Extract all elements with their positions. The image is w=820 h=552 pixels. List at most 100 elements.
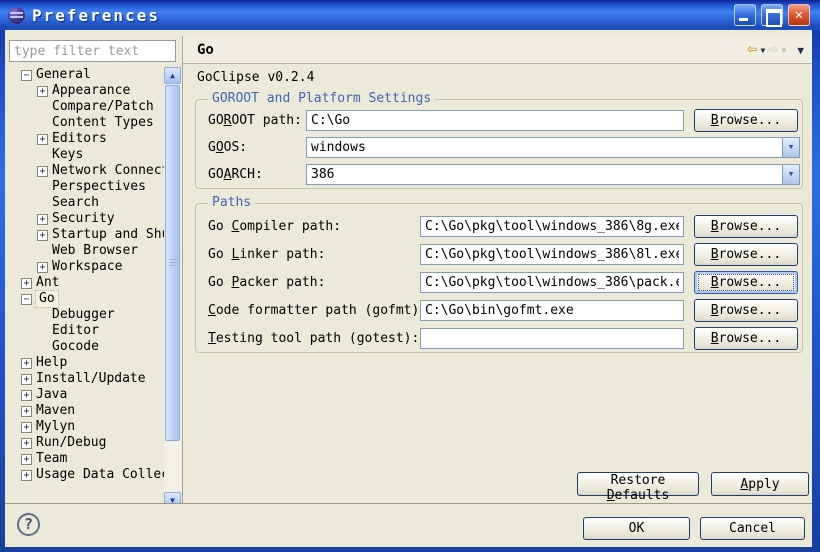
view-menu-icon[interactable]: ▼ — [797, 44, 804, 57]
tree-item-web-browser[interactable]: Web Browser — [9, 243, 164, 259]
restore-defaults-button[interactable]: Restore Defaults — [577, 472, 699, 496]
tree-item-run-debug[interactable]: +Run/Debug — [9, 435, 164, 451]
goroot-path-input[interactable] — [306, 110, 684, 131]
tree-item-label: Go — [36, 291, 58, 307]
tree-item-label: Network Connect — [52, 163, 164, 179]
tree-item-maven[interactable]: +Maven — [9, 403, 164, 419]
tree-item-editor[interactable]: Editor — [9, 323, 164, 339]
apply-button[interactable]: Apply — [711, 472, 809, 496]
expand-icon[interactable]: + — [21, 438, 32, 449]
forward-arrow-icon[interactable]: ⇨ — [768, 39, 778, 59]
tree-item-label: Install/Update — [36, 371, 146, 387]
tree-item-startup-and-shutdown[interactable]: +Startup and Shu — [9, 227, 164, 243]
expand-icon[interactable]: + — [21, 454, 32, 465]
go-compiler-path-input[interactable] — [420, 216, 684, 237]
expand-icon[interactable]: + — [21, 470, 32, 481]
tree-item-label: Help — [36, 355, 67, 371]
preference-page-panel: Go ⇦ ▼ ⇨ ▼ ▼ GoClipse v0.2.4 GOROOT and … — [182, 36, 812, 503]
forward-history-caret-icon[interactable]: ▼ — [782, 46, 787, 55]
minimize-button[interactable] — [734, 4, 756, 26]
tree-item-debugger[interactable]: Debugger — [9, 307, 164, 323]
expand-icon[interactable]: + — [37, 262, 48, 273]
tree-item-label: Usage Data Collect — [36, 467, 164, 483]
expand-icon[interactable]: + — [37, 214, 48, 225]
tree-item-label: Debugger — [52, 307, 115, 323]
expand-icon[interactable]: + — [21, 390, 32, 401]
back-history-caret-icon[interactable]: ▼ — [760, 46, 765, 55]
tree-item-label: Java — [36, 387, 67, 403]
close-button[interactable] — [788, 4, 810, 26]
tree-item-mylyn[interactable]: +Mylyn — [9, 419, 164, 435]
expand-icon[interactable]: + — [37, 86, 48, 97]
expand-icon[interactable]: + — [21, 422, 32, 433]
collapse-icon[interactable]: − — [21, 294, 32, 305]
tree-item-general[interactable]: −General — [9, 67, 164, 83]
testing-tool-path-input[interactable] — [420, 328, 684, 349]
go-packer-browse-button[interactable]: Browse... — [694, 271, 798, 294]
expand-icon[interactable]: + — [37, 230, 48, 241]
tree-item-editors[interactable]: +Editors — [9, 131, 164, 147]
tree-item-appearance[interactable]: +Appearance — [9, 83, 164, 99]
maximize-button[interactable] — [761, 4, 783, 26]
goroot-browse-button[interactable]: Browse... — [694, 109, 798, 132]
tree-item-gocode[interactable]: Gocode — [9, 339, 164, 355]
collapse-icon[interactable]: − — [21, 70, 32, 81]
go-linker-browse-button[interactable]: Browse... — [694, 243, 798, 266]
code-formatter-path-input[interactable] — [420, 300, 684, 321]
testing-tool-browse-button[interactable]: Browse... — [694, 327, 798, 350]
tree-item-label: Keys — [52, 147, 83, 163]
tree-item-network-connections[interactable]: + Network Connect — [9, 163, 164, 179]
tree-item-java[interactable]: + Java — [9, 387, 164, 403]
expand-icon[interactable]: + — [21, 358, 32, 369]
goroot-settings-group: GOROOT and Platform Settings GOROOT path… — [195, 99, 803, 189]
tree-item-label: General — [36, 67, 91, 83]
page-header: Go ⇦ ▼ ⇨ ▼ ▼ — [183, 36, 812, 64]
title-bar[interactable]: Preferences — [0, 0, 820, 30]
tree-item-workspace[interactable]: +Workspace — [9, 259, 164, 275]
goarch-value: 386 — [307, 165, 782, 184]
dialog-button-bar: ? OK Cancel — [5, 503, 812, 547]
tree-item-usage-data-collector[interactable]: + Usage Data Collect — [9, 467, 164, 483]
dialog-client-area: −General +Appearance Compare/Patch Conte… — [5, 30, 812, 547]
tree-item-security[interactable]: +Security — [9, 211, 164, 227]
tree-item-keys[interactable]: Keys — [9, 147, 164, 163]
tree-item-go[interactable]: −Go — [9, 291, 164, 307]
cancel-button[interactable]: Cancel — [700, 517, 805, 540]
window-title: Preferences — [32, 6, 160, 25]
goos-combo[interactable]: windows ▾ — [306, 137, 800, 158]
tree-item-help[interactable]: + Help — [9, 355, 164, 371]
tree-item-team[interactable]: +Team — [9, 451, 164, 467]
code-formatter-path-label: Code formatter path (gofmt): — [208, 300, 427, 321]
goos-value: windows — [307, 138, 782, 157]
filter-input[interactable] — [9, 40, 176, 62]
vertical-scroll-thumb[interactable] — [165, 85, 180, 441]
go-linker-path-input[interactable] — [420, 244, 684, 265]
tree-item-search[interactable]: Search — [9, 195, 164, 211]
testing-tool-path-label: Testing tool path (gotest): — [208, 328, 419, 349]
tree-vertical-scrollbar[interactable]: ▲ ▼ — [164, 67, 181, 509]
tree-item-install-update[interactable]: + Install/Update — [9, 371, 164, 387]
expand-icon[interactable]: + — [21, 374, 32, 385]
tree-item-content-types[interactable]: Content Types — [9, 115, 164, 131]
back-arrow-icon[interactable]: ⇦ — [747, 39, 757, 59]
go-packer-path-input[interactable] — [420, 272, 684, 293]
combo-arrow-icon[interactable]: ▾ — [782, 165, 799, 184]
ok-button[interactable]: OK — [583, 517, 690, 540]
focus-ring — [699, 275, 793, 290]
expand-icon[interactable]: + — [21, 406, 32, 417]
tree-item-compare-patch[interactable]: Compare/Patch — [9, 99, 164, 115]
combo-arrow-icon[interactable]: ▾ — [782, 138, 799, 157]
help-icon[interactable]: ? — [17, 513, 40, 536]
tree-item-ant[interactable]: +Ant — [9, 275, 164, 291]
goarch-combo[interactable]: 386 ▾ — [306, 164, 800, 185]
code-formatter-browse-button[interactable]: Browse... — [694, 299, 798, 322]
eclipse-icon — [8, 7, 25, 24]
expand-icon[interactable]: + — [21, 278, 32, 289]
tree-item-perspectives[interactable]: Perspectives — [9, 179, 164, 195]
group-title: Paths — [208, 195, 255, 210]
expand-icon[interactable]: + — [37, 134, 48, 145]
scroll-up-icon[interactable]: ▲ — [164, 67, 181, 84]
preferences-window: Preferences −General +Appearance Compare… — [0, 0, 820, 552]
go-compiler-browse-button[interactable]: Browse... — [694, 215, 798, 238]
expand-icon[interactable]: + — [37, 166, 48, 177]
